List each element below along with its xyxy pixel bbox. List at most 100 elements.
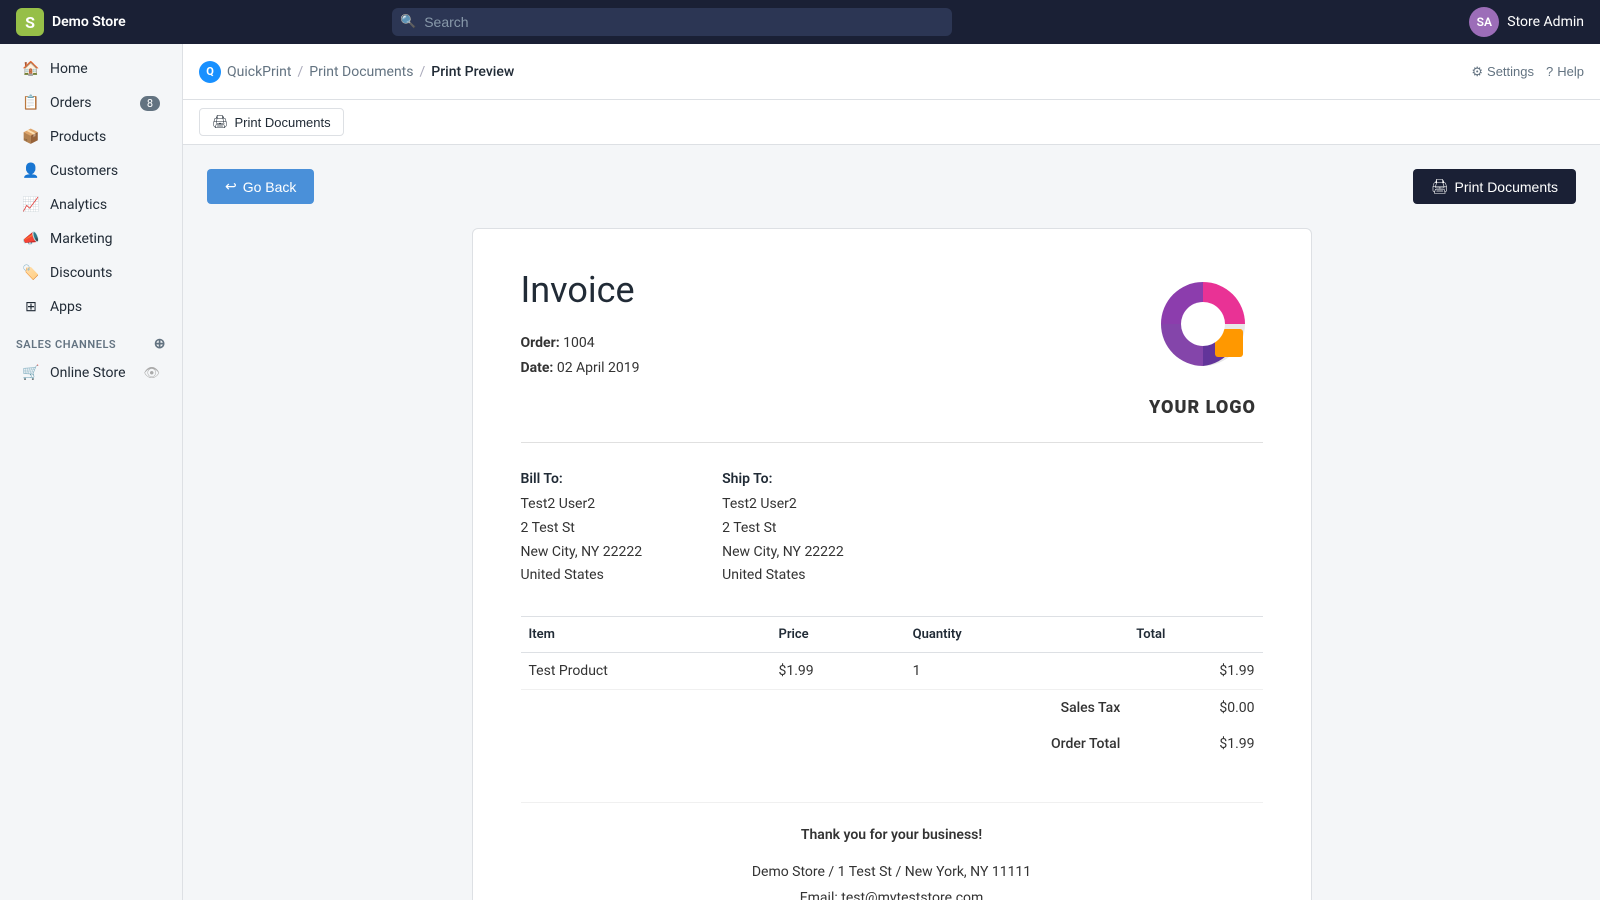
logo-area: YOUR LOGO xyxy=(1143,269,1263,418)
home-icon: 🏠 xyxy=(22,60,40,78)
products-icon: 📦 xyxy=(22,128,40,146)
online-store-icon: 🛒 xyxy=(22,364,40,382)
email-label: Email: xyxy=(800,890,838,900)
go-back-icon: ↩ xyxy=(225,178,237,195)
row-qty: 1 xyxy=(905,653,1129,690)
sidebar-item-home[interactable]: 🏠 Home xyxy=(6,53,176,85)
col-header-price: Price xyxy=(770,617,904,653)
sidebar-item-orders[interactable]: 📋 Orders 8 xyxy=(6,87,176,119)
ship-country: United States xyxy=(722,567,805,583)
go-back-button[interactable]: ↩ Go Back xyxy=(207,169,314,204)
sidebar: 🏠 Home 📋 Orders 8 📦 Products 👤 Customers… xyxy=(0,44,183,900)
invoice-meta: Order: 1004 Date: 02 April 2019 xyxy=(521,331,640,381)
logo-svg xyxy=(1143,269,1263,389)
ship-to-address: Test2 User2 2 Test St New City, NY 22222… xyxy=(722,493,844,588)
invoice-order: Order: 1004 xyxy=(521,331,640,356)
app-body: 🏠 Home 📋 Orders 8 📦 Products 👤 Customers… xyxy=(0,44,1600,900)
breadcrumb: Q QuickPrint / Print Documents / Print P… xyxy=(199,61,514,83)
help-button[interactable]: ? Help xyxy=(1546,64,1584,79)
invoice-title-area: Invoice Order: 1004 Date: 02 April 2019 xyxy=(521,269,640,381)
ship-to-block: Ship To: Test2 User2 2 Test St New City,… xyxy=(722,471,844,588)
print-icon: 🖨 xyxy=(1431,178,1449,195)
invoice-card: Invoice Order: 1004 Date: 02 April 2019 xyxy=(472,228,1312,900)
avatar[interactable]: SA xyxy=(1469,7,1499,37)
sidebar-label-orders: Orders xyxy=(50,95,92,111)
orders-badge: 8 xyxy=(140,96,160,111)
ship-address1: 2 Test St xyxy=(722,520,776,536)
bill-name: Test2 User2 xyxy=(521,496,596,512)
bill-to-address: Test2 User2 2 Test St New City, NY 22222… xyxy=(521,493,643,588)
sales-tax-row: Sales Tax $0.00 xyxy=(521,690,1263,727)
sub-print-documents-button[interactable]: 🖨 Print Documents xyxy=(199,108,344,136)
sales-channels-label: SALES CHANNELS xyxy=(16,338,116,351)
breadcrumb-quickprint[interactable]: QuickPrint xyxy=(227,64,291,80)
sidebar-item-products[interactable]: 📦 Products xyxy=(6,121,176,153)
brand[interactable]: S Demo Store xyxy=(16,8,126,36)
settings-button[interactable]: ⚙ Settings xyxy=(1471,64,1534,80)
admin-name: Store Admin xyxy=(1507,14,1584,30)
bill-to-block: Bill To: Test2 User2 2 Test St New City,… xyxy=(521,471,643,588)
top-nav-right: SA Store Admin xyxy=(1469,7,1584,37)
row-total: $1.99 xyxy=(1128,653,1262,690)
sidebar-item-marketing[interactable]: 📣 Marketing xyxy=(6,223,176,255)
help-icon: ? xyxy=(1546,64,1553,79)
orders-icon: 📋 xyxy=(22,94,40,112)
search-input[interactable] xyxy=(392,8,952,36)
settings-label: Settings xyxy=(1487,64,1534,79)
breadcrumb-sep1: / xyxy=(297,64,303,80)
breadcrumb-print-documents[interactable]: Print Documents xyxy=(309,64,413,80)
sidebar-label-online-store: Online Store xyxy=(50,365,126,381)
table-row: Test Product $1.99 1 $1.99 xyxy=(521,653,1263,690)
sidebar-label-analytics: Analytics xyxy=(50,197,107,213)
invoice-table: Item Price Quantity Total Test Product $… xyxy=(521,616,1263,762)
sidebar-item-discounts[interactable]: 🏷️ Discounts xyxy=(6,257,176,289)
app-bar-actions: ⚙ Settings ? Help xyxy=(1471,64,1584,80)
store-info: Demo Store / 1 Test St / New York, NY 11… xyxy=(521,860,1263,885)
search-bar: 🔍 xyxy=(392,8,952,36)
print-documents-button[interactable]: 🖨 Print Documents xyxy=(1413,169,1576,204)
printer-icon: 🖨 xyxy=(212,114,229,130)
store-email: Email: test@myteststore.com xyxy=(521,886,1263,900)
order-total-value: $1.99 xyxy=(1128,726,1262,762)
row-price: $1.99 xyxy=(770,653,904,690)
sidebar-item-analytics[interactable]: 📈 Analytics xyxy=(6,189,176,221)
ship-to-label: Ship To: xyxy=(722,471,844,487)
sidebar-label-home: Home xyxy=(50,61,88,77)
add-sales-channel-icon[interactable]: ⊕ xyxy=(154,336,166,352)
sub-print-label: Print Documents xyxy=(235,115,331,130)
brand-icon: S xyxy=(16,8,44,36)
sub-bar: 🖨 Print Documents xyxy=(183,100,1600,145)
date-value: 02 April 2019 xyxy=(557,360,640,376)
breadcrumb-sep2: / xyxy=(420,64,426,80)
sidebar-item-customers[interactable]: 👤 Customers xyxy=(6,155,176,187)
order-label: Order: xyxy=(521,335,560,351)
invoice-footer: Thank you for your business! Demo Store … xyxy=(521,802,1263,900)
main-content: Q QuickPrint / Print Documents / Print P… xyxy=(183,44,1600,900)
help-label: Help xyxy=(1557,64,1584,79)
sidebar-label-customers: Customers xyxy=(50,163,118,179)
search-icon: 🔍 xyxy=(400,15,416,30)
email-value: test@myteststore.com xyxy=(841,890,983,900)
invoice-date: Date: 02 April 2019 xyxy=(521,356,640,381)
sidebar-label-discounts: Discounts xyxy=(50,265,112,281)
col-header-total: Total xyxy=(1128,617,1262,653)
bill-city: New City, NY 22222 xyxy=(521,544,643,560)
brand-name: Demo Store xyxy=(52,14,126,30)
row-item: Test Product xyxy=(521,653,771,690)
breadcrumb-current: Print Preview xyxy=(431,64,514,80)
go-back-label: Go Back xyxy=(243,179,297,195)
address-section: Bill To: Test2 User2 2 Test St New City,… xyxy=(521,471,1263,588)
bill-to-label: Bill To: xyxy=(521,471,643,487)
marketing-icon: 📣 xyxy=(22,230,40,248)
sidebar-label-apps: Apps xyxy=(50,299,82,315)
online-store-settings-icon[interactable]: 👁 xyxy=(143,366,160,381)
thank-you-text: Thank you for your business! xyxy=(521,823,1263,848)
settings-icon: ⚙ xyxy=(1471,64,1483,80)
analytics-icon: 📈 xyxy=(22,196,40,214)
sidebar-item-online-store[interactable]: 🛒 Online Store 👁 xyxy=(6,357,176,389)
customers-icon: 👤 xyxy=(22,162,40,180)
invoice-header: Invoice Order: 1004 Date: 02 April 2019 xyxy=(521,269,1263,443)
sidebar-item-apps[interactable]: ⊞ Apps xyxy=(6,291,176,323)
ship-city: New City, NY 22222 xyxy=(722,544,844,560)
sales-tax-label: Sales Tax xyxy=(905,690,1129,727)
